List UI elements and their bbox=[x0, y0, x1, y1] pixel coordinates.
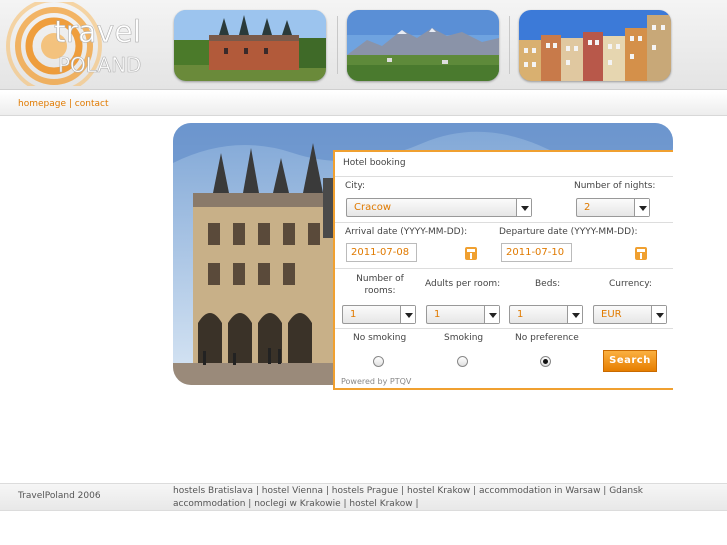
page: travel POLAND homepage | contact Hotel b… bbox=[0, 0, 727, 545]
currency-value: EUR bbox=[601, 309, 622, 320]
footer-copyright: TravelPoland 2006 bbox=[18, 491, 101, 501]
no-preference-label: No preference bbox=[515, 333, 579, 343]
adults-value: 1 bbox=[434, 309, 441, 320]
footer-link[interactable]: noclegi w Krakowie bbox=[254, 499, 340, 509]
arrival-date-input[interactable]: 2011-07-08 bbox=[346, 243, 417, 262]
logo-line1: travel bbox=[54, 15, 141, 50]
powered-by-text: Powered by PTQV bbox=[341, 377, 412, 386]
departure-label: Departure date (YYYY-MM-DD): bbox=[499, 227, 638, 237]
rooms-select[interactable]: 1 bbox=[342, 305, 416, 324]
header: travel POLAND bbox=[0, 0, 727, 94]
departure-date-value: 2011-07-10 bbox=[506, 247, 565, 258]
dates-row: Arrival date (YYYY-MM-DD): Departure dat… bbox=[335, 222, 673, 268]
header-photo-mountains bbox=[347, 10, 499, 81]
room-options-row: Number of rooms: Adults per room: Beds: … bbox=[335, 268, 673, 328]
city-label: City: bbox=[345, 181, 366, 191]
nights-value: 2 bbox=[584, 202, 591, 213]
city-select[interactable]: Cracow bbox=[346, 198, 532, 217]
contact-link[interactable]: contact bbox=[75, 99, 109, 109]
footer-link[interactable]: hostels Prague bbox=[332, 486, 398, 496]
chevron-down-icon bbox=[400, 306, 415, 323]
footer-link[interactable]: accommodation in Warsaw bbox=[479, 486, 600, 496]
nights-select[interactable]: 2 bbox=[576, 198, 650, 217]
smoking-radio[interactable] bbox=[457, 356, 468, 367]
adults-select[interactable]: 1 bbox=[426, 305, 500, 324]
city-nights-row: City: Number of nights: Cracow 2 bbox=[335, 176, 673, 222]
chevron-down-icon bbox=[651, 306, 666, 323]
arrival-label: Arrival date (YYYY-MM-DD): bbox=[345, 227, 468, 237]
rooms-value: 1 bbox=[350, 309, 357, 320]
smoking-label: Smoking bbox=[444, 333, 484, 343]
chevron-down-icon bbox=[516, 199, 531, 216]
departure-date-input[interactable]: 2011-07-10 bbox=[501, 243, 572, 262]
adults-label: Adults per room: bbox=[425, 279, 501, 289]
hotel-booking-panel: Hotel booking City: Number of nights: Cr… bbox=[333, 150, 673, 390]
footer-link[interactable]: hostel Krakow bbox=[407, 486, 470, 496]
travel-poland-logo[interactable]: travel POLAND bbox=[2, 0, 152, 94]
homepage-link[interactable]: homepage bbox=[18, 99, 66, 109]
footer: TravelPoland 2006 hostels Bratislava | h… bbox=[0, 483, 727, 511]
chevron-down-icon bbox=[634, 199, 649, 216]
footer-links: hostels Bratislava | hostel Vienna | hos… bbox=[173, 486, 644, 509]
currency-label: Currency: bbox=[609, 279, 652, 289]
header-photo-barbican bbox=[174, 10, 326, 81]
logo-line2: POLAND bbox=[58, 53, 141, 77]
nav-separator: | bbox=[68, 99, 72, 109]
nights-label: Number of nights: bbox=[574, 181, 656, 191]
beds-select[interactable]: 1 bbox=[509, 305, 583, 324]
no-smoking-label: No smoking bbox=[353, 333, 407, 343]
beds-label: Beds: bbox=[535, 279, 561, 289]
chevron-down-icon bbox=[567, 306, 582, 323]
nav-links: homepage | contact bbox=[18, 99, 108, 109]
arrival-calendar-icon[interactable] bbox=[465, 247, 477, 260]
no-smoking-radio[interactable] bbox=[373, 356, 384, 367]
top-nav: homepage | contact bbox=[0, 92, 727, 116]
search-button[interactable]: Search bbox=[603, 350, 657, 372]
arrival-date-value: 2011-07-08 bbox=[351, 247, 410, 258]
chevron-down-icon bbox=[484, 306, 499, 323]
rooms-label: Number of rooms: bbox=[356, 274, 404, 296]
header-separator bbox=[509, 16, 510, 74]
booking-title: Hotel booking bbox=[343, 158, 406, 168]
departure-calendar-icon[interactable] bbox=[635, 247, 647, 260]
no-preference-radio[interactable] bbox=[540, 356, 551, 367]
footer-link[interactable]: hostel Krakow bbox=[349, 499, 412, 509]
header-photo-old-town bbox=[519, 10, 671, 81]
city-value: Cracow bbox=[354, 202, 392, 213]
footer-link[interactable]: hostels Bratislava bbox=[173, 486, 253, 496]
header-separator bbox=[337, 16, 338, 74]
footer-link[interactable]: hostel Vienna bbox=[262, 486, 323, 496]
currency-select[interactable]: EUR bbox=[593, 305, 667, 324]
beds-value: 1 bbox=[517, 309, 524, 320]
